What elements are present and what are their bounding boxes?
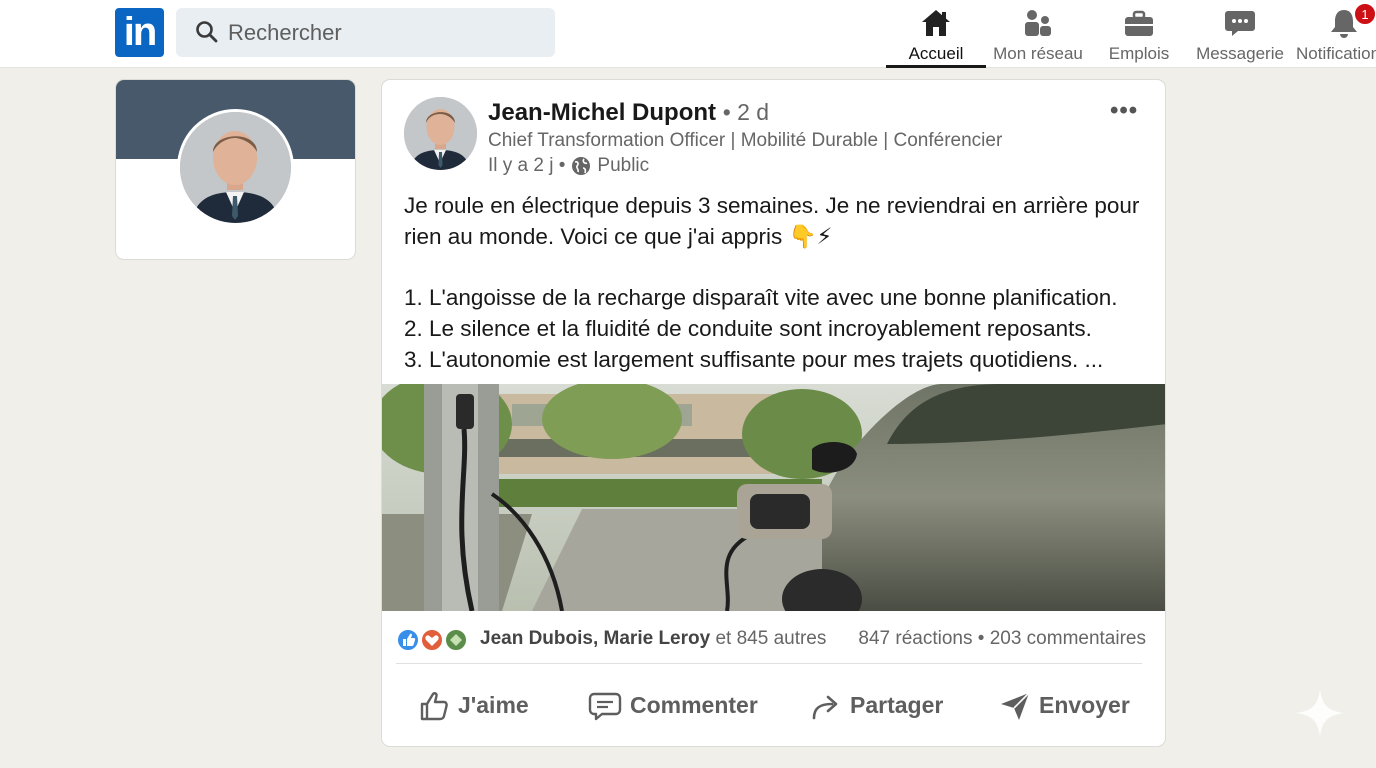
actions-divider [396, 663, 1142, 664]
send-label: Envoyer [1039, 692, 1130, 718]
nav-notifications[interactable]: 1 Notifications [1296, 4, 1376, 68]
post-text-line: 3. L'autonomie est largement suffisante … [404, 347, 1104, 372]
post-actions: J'aime Commenter Partager Envoyer [382, 678, 1165, 738]
post-text-line: rien au monde. Voici ce que j'ai appris … [404, 224, 833, 249]
post-text-line: 2. Le silence et la fluidité de conduite… [404, 316, 1092, 341]
author-headline: Chief Transformation Officer | Mobilité … [488, 130, 1003, 151]
comment-button[interactable]: Commenter [588, 678, 758, 733]
post-time-long: Il y a 2 j • [488, 155, 566, 176]
nav-network[interactable]: Mon réseau [988, 4, 1088, 68]
engagement-counts[interactable]: 847 réactions • 203 commentaires [858, 628, 1146, 650]
nav-jobs-label: Emplois [1108, 44, 1170, 63]
send-button[interactable]: Envoyer [999, 678, 1130, 733]
search-icon [196, 21, 218, 43]
home-icon [922, 10, 950, 36]
nav-home-label: Accueil [908, 44, 964, 63]
post-author-line: Jean-Michel Dupont • 2 d [488, 99, 769, 127]
nav-jobs[interactable]: Emplois [1097, 4, 1181, 68]
send-icon [1001, 691, 1030, 720]
nav-network-label: Mon réseau [993, 44, 1083, 63]
profile-avatar[interactable] [177, 109, 294, 226]
network-icon [1025, 10, 1051, 36]
post-text-line: 1. L'angoisse de la recharge disparaît v… [404, 285, 1118, 310]
author-name[interactable]: Jean-Michel Dupont [488, 99, 716, 126]
post-meta: Il y a 2 j • Public [488, 155, 649, 177]
search-box[interactable] [176, 8, 555, 57]
top-navigation-bar: in Accueil Mon réseau Emplois [0, 0, 1376, 68]
author-avatar[interactable] [404, 97, 477, 170]
linkedin-logo[interactable]: in [115, 8, 164, 57]
messaging-icon [1225, 11, 1255, 36]
more-options-icon[interactable]: ••• [1110, 97, 1138, 125]
reactors-names[interactable]: Jean Dubois, Marie Leroy [480, 628, 710, 649]
post-image-ev-charging[interactable] [382, 384, 1165, 611]
profile-card[interactable] [115, 79, 356, 260]
search-input[interactable] [228, 8, 528, 57]
share-label: Partager [850, 692, 944, 718]
post-time-short: • 2 d [722, 99, 770, 125]
post-text-line: Je roule en électrique depuis 3 semaines… [404, 193, 1140, 218]
active-tab-indicator [886, 65, 986, 68]
nav-home[interactable]: Accueil [886, 4, 986, 68]
reaction-count[interactable]: 847 réactions [858, 628, 972, 649]
share-button[interactable]: Partager [810, 678, 943, 733]
notification-badge: 1 [1354, 4, 1376, 25]
globe-icon [572, 157, 591, 175]
post-visibility: Public [597, 155, 650, 176]
comment-label: Commenter [630, 692, 758, 718]
sparkle-watermark-icon [1296, 689, 1344, 737]
comment-icon [588, 692, 622, 720]
reactions-bar[interactable]: Jean Dubois, Marie Leroy et 845 autres 8… [396, 625, 1146, 655]
post-body: Je roule en électrique depuis 3 semaines… [404, 190, 1149, 375]
like-label: J'aime [458, 692, 529, 718]
share-icon [812, 695, 838, 719]
like-icon [420, 691, 448, 720]
reactors-rest: et 845 autres [710, 628, 827, 649]
comment-count[interactable]: • 203 commentaires [978, 628, 1146, 649]
feed-post: Jean-Michel Dupont • 2 d Chief Transform… [381, 79, 1166, 747]
reaction-icons [396, 628, 468, 652]
briefcase-icon [1125, 10, 1153, 36]
reactors-text[interactable]: Jean Dubois, Marie Leroy et 845 autres [480, 628, 826, 650]
nav-notifications-label: Notifications [1296, 44, 1376, 63]
like-button[interactable]: J'aime [418, 678, 529, 733]
nav-messaging[interactable]: Messagerie [1192, 4, 1288, 68]
nav-messaging-label: Messagerie [1196, 44, 1284, 63]
